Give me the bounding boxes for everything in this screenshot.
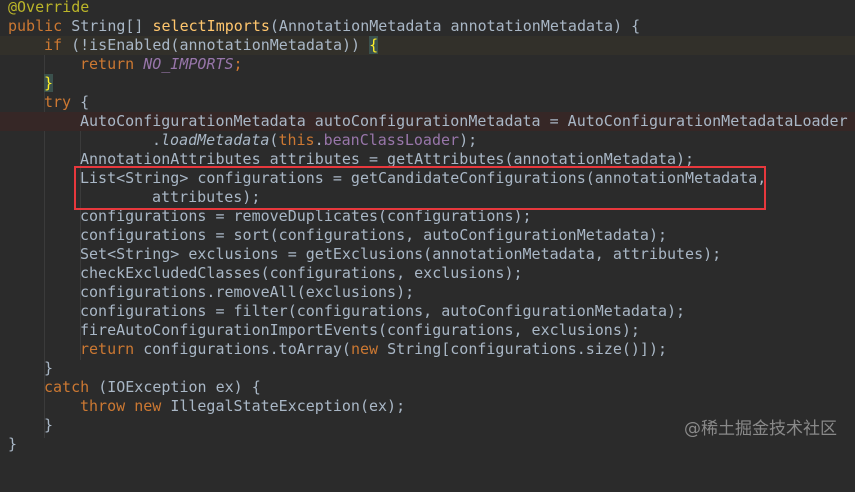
statement-token: fireAutoConfigurationImportEvents(config… <box>80 321 640 339</box>
keyword-token: return <box>80 340 144 358</box>
statement-token: AutoConfigurationMetadata autoConfigurat… <box>80 112 848 130</box>
statement-token: String[configurations.size()]); <box>387 340 668 358</box>
annotation-token: @Override <box>8 0 90 16</box>
code-line-14: Set<String> exclusions = getExclusions(a… <box>0 245 855 264</box>
matched-brace: { <box>369 36 379 54</box>
code-line-2: public String[] selectImports(Annotation… <box>0 17 855 36</box>
code-line-15: checkExcludedClasses(configurations, exc… <box>0 264 855 283</box>
statement-token: configurations = sort(configurations, au… <box>80 226 667 244</box>
statement-token: checkExcludedClasses(configurations, exc… <box>80 264 523 282</box>
code-line-20: } <box>0 359 855 378</box>
code-line-21: catch (IOException ex) { <box>0 378 855 397</box>
keyword-token: new <box>350 340 388 358</box>
keyword-token: this <box>278 131 315 149</box>
code-editor[interactable]: @Override public String[] selectImports(… <box>0 0 855 457</box>
keyword-token: new <box>134 397 171 415</box>
code-line-19: return configurations.toArray(new String… <box>0 340 855 359</box>
code-line-17: configurations = filter(configurations, … <box>0 302 855 321</box>
statement-token: IllegalStateException(ex); <box>170 397 406 415</box>
statement-token: configurations.toArray( <box>143 340 351 358</box>
statement-token: (IOException ex) { <box>98 378 261 396</box>
code-line-16: configurations.removeAll(exclusions); <box>0 283 855 302</box>
brace-token: { <box>80 93 90 111</box>
code-line-5: } <box>0 74 855 93</box>
code-line-7: AutoConfigurationMetadata autoConfigurat… <box>0 112 855 131</box>
watermark: @稀土掘金技术社区 <box>684 419 837 439</box>
keyword-token: if <box>44 36 72 54</box>
code-line-13: configurations = sort(configurations, au… <box>0 226 855 245</box>
keyword-token: public <box>8 17 72 35</box>
type-token: String[] <box>71 17 153 35</box>
constant-token: NO_IMPORTS <box>143 55 234 73</box>
field-token: beanClassLoader <box>323 131 460 149</box>
highlight-box <box>74 166 766 210</box>
dot-token: . <box>152 131 162 149</box>
params-token: (AnnotationMetadata annotationMetadata) … <box>269 17 641 35</box>
brace-token: } <box>44 359 54 377</box>
code-line-18: fireAutoConfigurationImportEvents(config… <box>0 321 855 340</box>
dot-token: . <box>314 131 324 149</box>
code-line-4: return NO_IMPORTS; <box>0 55 855 74</box>
condition-token: (!isEnabled(annotationMetadata)) <box>71 36 370 54</box>
statement-token: configurations.removeAll(exclusions); <box>80 283 415 301</box>
method-name: selectImports <box>152 17 270 35</box>
brace-token: } <box>44 416 54 434</box>
keyword-token: return <box>80 55 144 73</box>
matched-brace: } <box>44 74 54 92</box>
keyword-token: catch <box>44 378 99 396</box>
keyword-token: throw <box>80 397 135 415</box>
statement-token: Set<String> exclusions = getExclusions(a… <box>80 245 722 263</box>
code-line-1: @Override <box>0 0 855 17</box>
paren-token: ); <box>459 131 478 149</box>
keyword-token: try <box>44 93 81 111</box>
code-line-6: try { <box>0 93 855 112</box>
code-line-8: .loadMetadata(this.beanClassLoader); <box>0 131 855 150</box>
code-line-3: if (!isEnabled(annotationMetadata)) { <box>0 36 855 55</box>
static-method-token: loadMetadata <box>161 131 270 149</box>
statement-token: configurations = filter(configurations, … <box>80 302 686 320</box>
semicolon-token: ; <box>233 55 243 73</box>
brace-token: } <box>8 435 18 453</box>
